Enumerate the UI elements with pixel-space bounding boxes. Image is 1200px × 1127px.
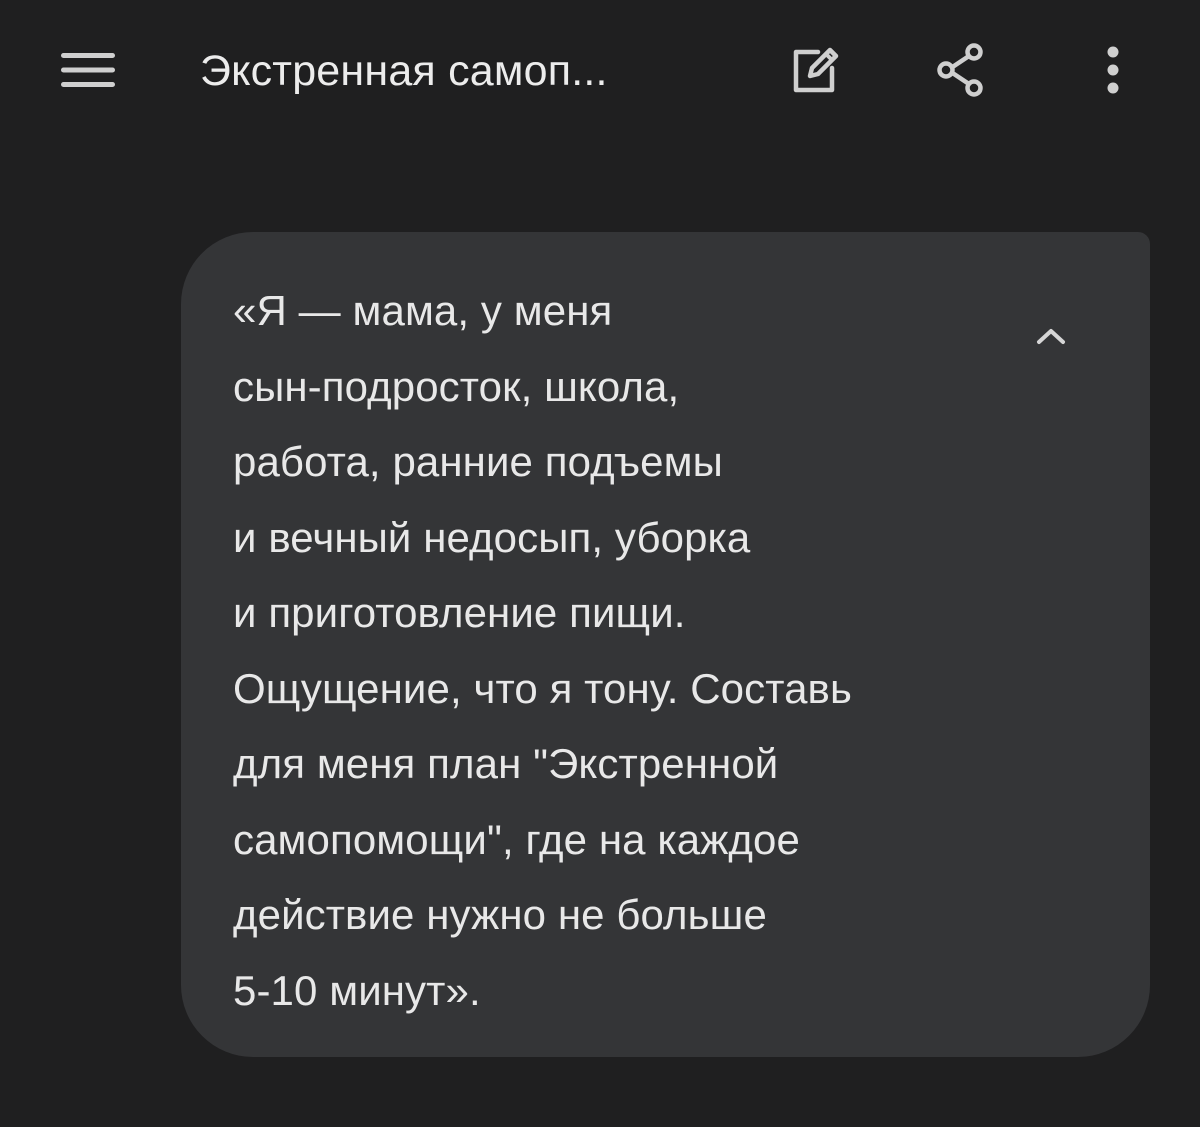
- menu-icon: [61, 53, 115, 87]
- share-icon: [937, 43, 983, 97]
- collapse-message-button[interactable]: [1019, 304, 1083, 368]
- user-message-bubble: «Я — мама, у меня сын-подросток, школа, …: [181, 232, 1150, 1057]
- share-button[interactable]: [920, 30, 1000, 110]
- edit-button[interactable]: [774, 30, 854, 110]
- user-message-text: «Я — мама, у меня сын-подросток, школа, …: [233, 287, 852, 1014]
- menu-button[interactable]: [48, 34, 128, 106]
- app-bar: Экстренная самоп...: [0, 0, 1200, 140]
- more-vert-icon: [1107, 46, 1119, 94]
- page-title: Экстренная самоп...: [200, 47, 608, 95]
- edit-icon: [793, 47, 839, 93]
- chevron-up-icon: [1037, 329, 1065, 344]
- more-options-button[interactable]: [1078, 30, 1148, 110]
